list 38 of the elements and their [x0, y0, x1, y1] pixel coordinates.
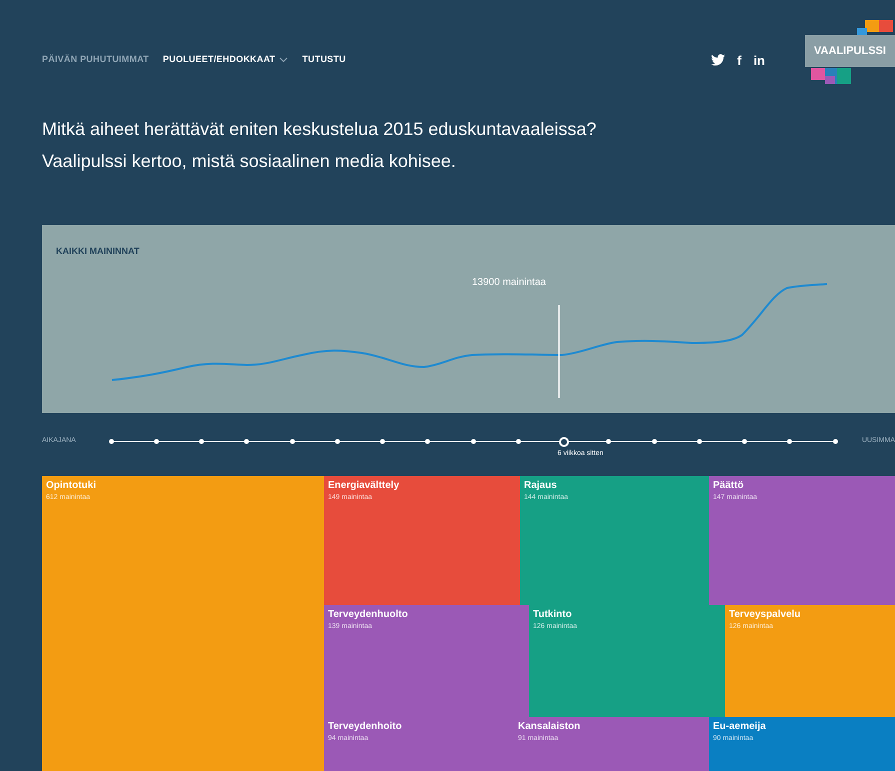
social-link[interactable]: f: [737, 54, 742, 66]
timeline-point[interactable]: [199, 439, 204, 444]
nav-link[interactable]: PUOLUEET/EHDOKKAAT: [162, 53, 288, 67]
topic-name: Tutkinto: [533, 609, 572, 622]
headline-text: Vaalipulssi kertoo, mistä sosiaalinen media kohisee.: [42, 150, 457, 172]
topic-name: Opintotuki: [46, 480, 96, 492]
timeline-point[interactable]: [558, 436, 568, 446]
timeline-point[interactable]: [832, 439, 838, 444]
timeline-point[interactable]: [108, 439, 114, 444]
topic-name: Terveydenhuolto: [328, 609, 408, 622]
nav-link[interactable]: PÄIVÄN PUHUTUIMMAT: [42, 53, 149, 67]
topic-name: Kansalaiston: [518, 721, 580, 734]
logo-wordmark[interactable]: VAALIPULSSI: [805, 35, 895, 67]
topic-name: Terveyspalvelu: [729, 609, 801, 622]
timeline-point[interactable]: [290, 439, 294, 444]
timeline-point[interactable]: [334, 439, 340, 444]
nav-link[interactable]: TUTUSTU: [302, 53, 346, 67]
headline-text: Mitkä aiheet herättävät eniten keskustelua 2015 eduskuntavaaleissa?: [42, 118, 596, 140]
timeline-point[interactable]: [380, 439, 385, 444]
topic-name: Eu-aemeija: [713, 721, 766, 734]
timeline-point[interactable]: [425, 439, 430, 444]
timeline-point[interactable]: [516, 439, 521, 444]
twitter-bird-icon[interactable]: [711, 54, 726, 66]
timeline-point[interactable]: [154, 439, 159, 444]
timeline-point[interactable]: [787, 439, 792, 444]
social-link[interactable]: in: [753, 54, 765, 66]
topic-name: Päättö: [713, 480, 744, 492]
timeline-point[interactable]: [470, 439, 476, 444]
timeline-point[interactable]: [696, 439, 702, 444]
marker-label: 13900 mainintaa: [472, 276, 546, 290]
topic-name: Energiavälttely: [328, 480, 400, 492]
topic-name: Terveydenhoito: [328, 721, 402, 734]
timeline-point[interactable]: [606, 439, 612, 444]
timeline-point[interactable]: [742, 439, 747, 444]
timeline-point[interactable]: [652, 439, 656, 444]
topic-name: Rajaus: [524, 480, 557, 492]
chart-title: KAIKKI MAININNAT: [56, 245, 140, 258]
timeline-point[interactable]: [244, 439, 250, 444]
